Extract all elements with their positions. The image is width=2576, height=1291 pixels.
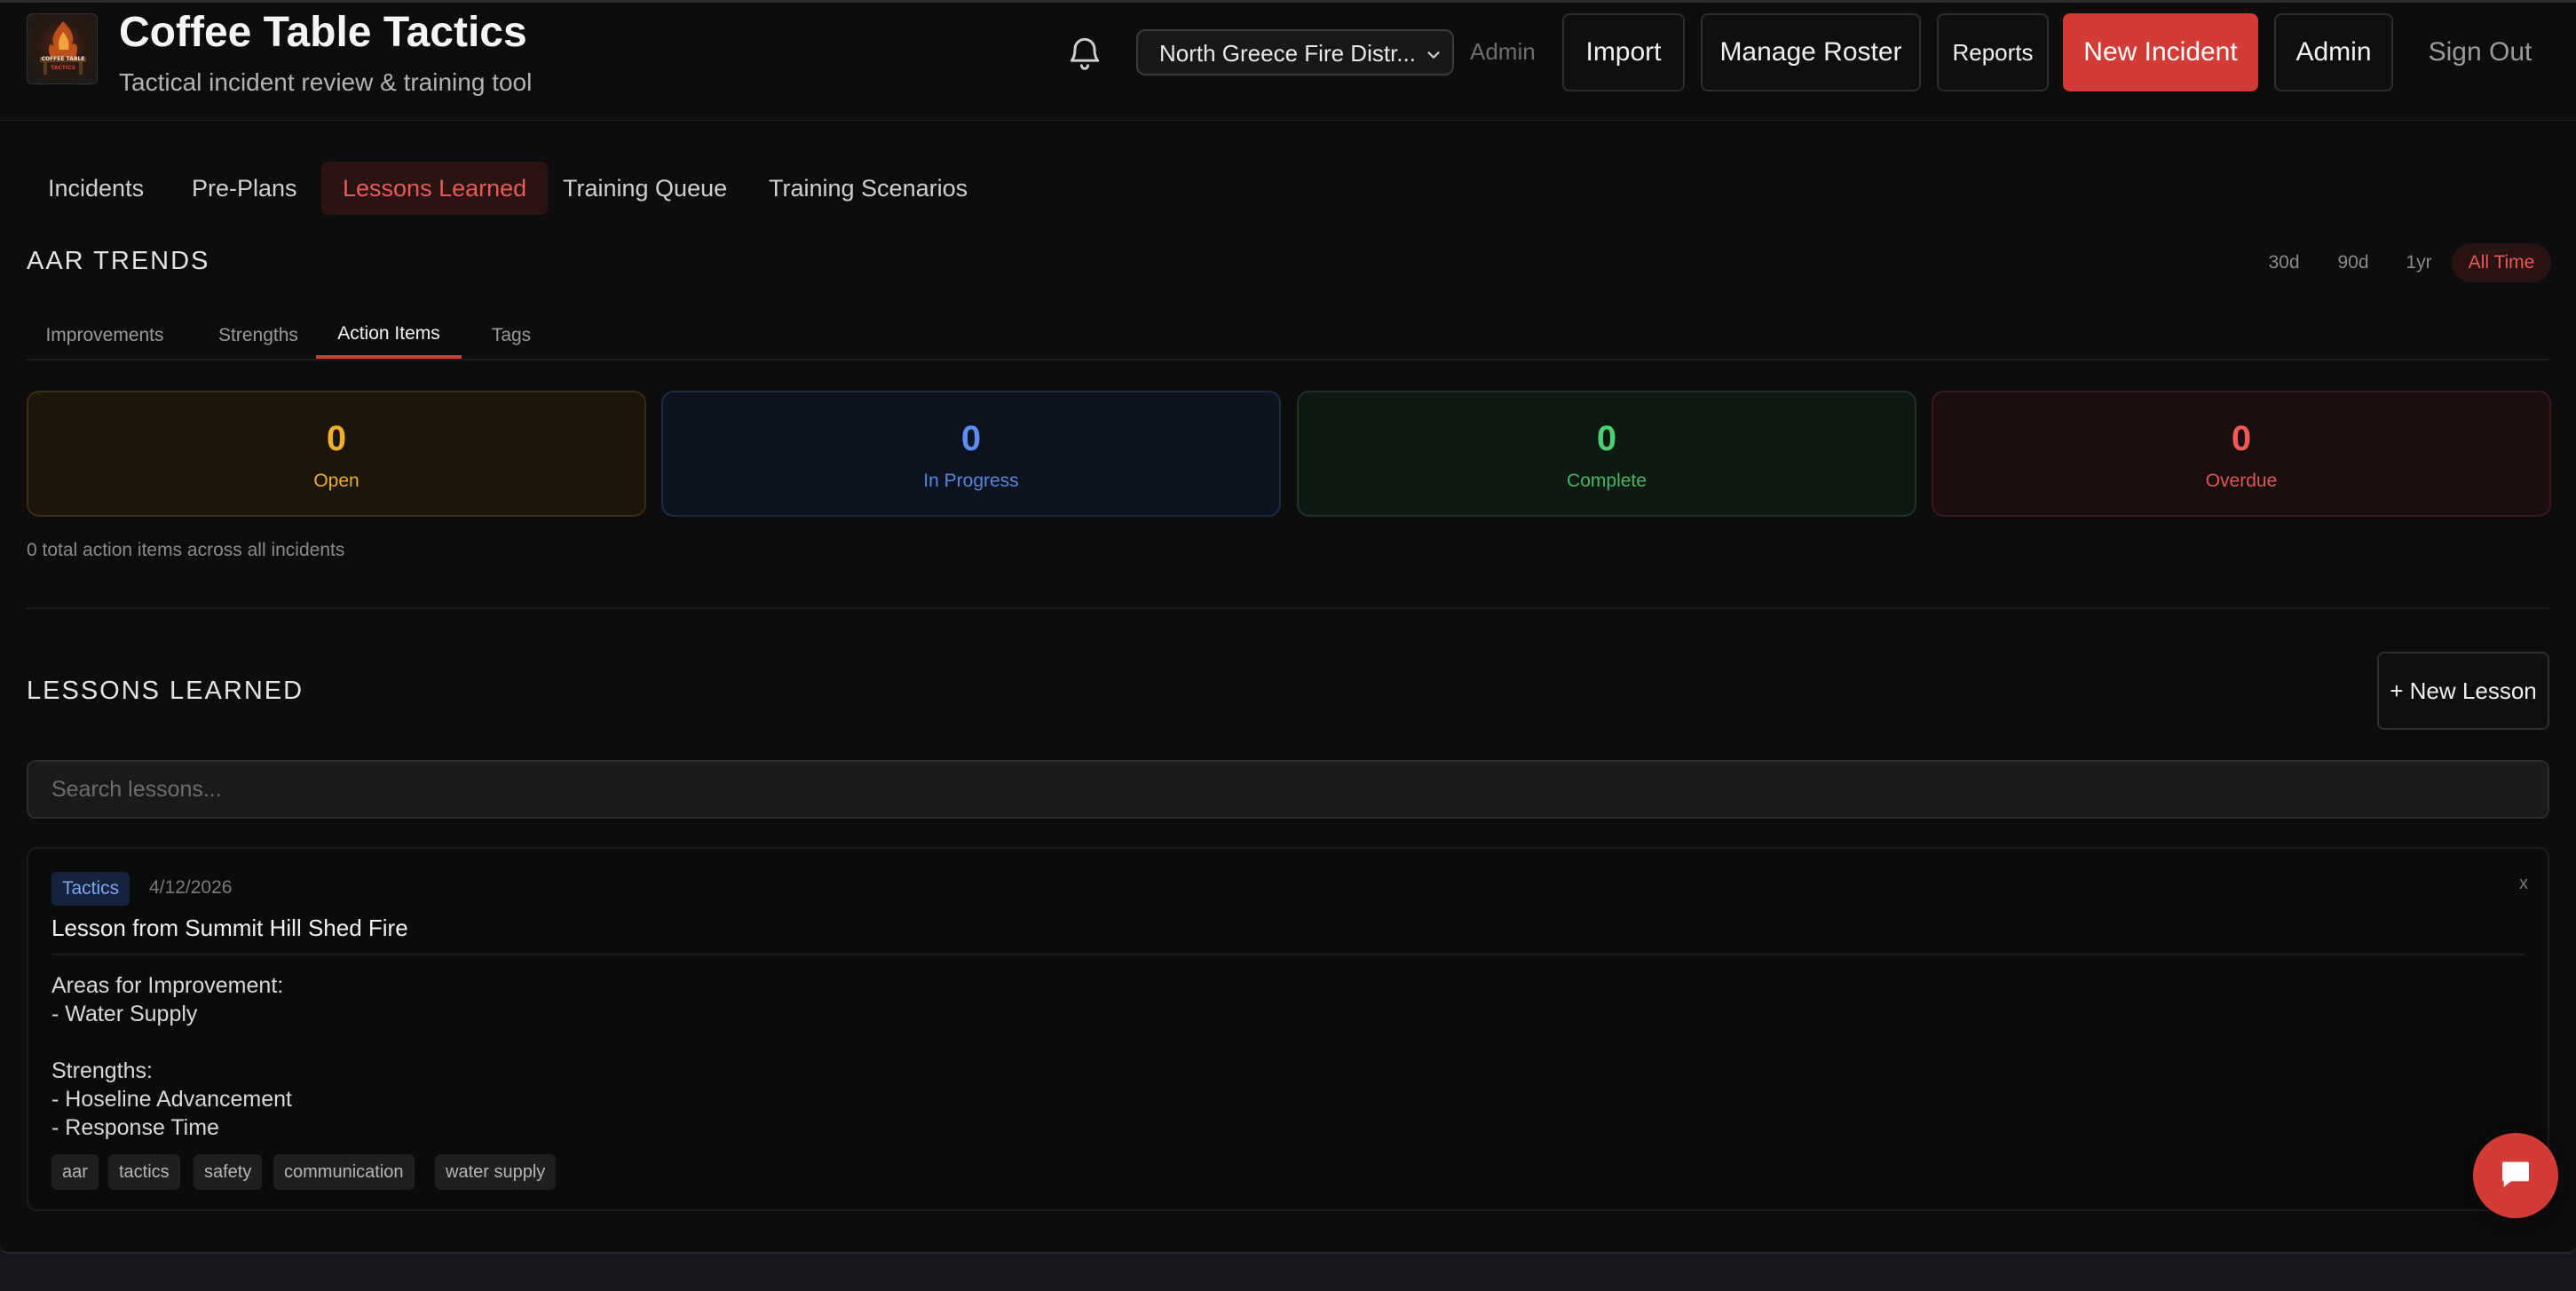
lesson-card[interactable]: Tactics 4/12/2026 x Lesson from Summit H…	[27, 847, 2549, 1211]
department-select-value: North Greece Fire Distr...	[1159, 40, 1416, 67]
lesson-date: 4/12/2026	[149, 877, 233, 898]
stat-complete-value: 0	[1596, 419, 1617, 458]
tag-aar[interactable]: aar	[51, 1154, 99, 1190]
card-divider	[51, 954, 2525, 955]
range-1yr[interactable]: 1yr	[2391, 243, 2446, 282]
tag-communication[interactable]: communication	[273, 1154, 415, 1190]
chat-button[interactable]	[2473, 1133, 2558, 1218]
bell-icon[interactable]	[1065, 33, 1104, 72]
aar-subtabs: Improvements Strengths Action Items Tags	[27, 313, 2549, 360]
subtab-tags[interactable]: Tags	[476, 313, 547, 359]
new-incident-button[interactable]: New Incident	[2063, 13, 2258, 91]
svg-text:TACTICS: TACTICS	[51, 65, 75, 71]
tag-water-supply[interactable]: water supply	[435, 1154, 557, 1190]
category-badge: Tactics	[51, 872, 130, 906]
import-button[interactable]: Import	[1562, 13, 1685, 91]
stat-card-in-progress: 0 In Progress	[661, 391, 1281, 517]
stat-open-label: Open	[313, 471, 360, 491]
app-window: COFFEE TABLE TACTICS Coffee Table Tactic…	[0, 0, 2576, 1254]
improvements-heading: Areas for Improvement:	[51, 973, 284, 998]
tab-training-scenarios[interactable]: Training Scenarios	[747, 162, 989, 215]
range-30d[interactable]: 30d	[2253, 243, 2315, 282]
range-all-time[interactable]: All Time	[2452, 243, 2551, 282]
stat-card-complete: 0 Complete	[1297, 391, 1916, 517]
top-header: COFFEE TABLE TACTICS Coffee Table Tactic…	[0, 0, 2576, 121]
lesson-title: Lesson from Summit Hill Shed Fire	[51, 915, 408, 941]
admin-button[interactable]: Admin	[2274, 13, 2393, 91]
tab-incidents[interactable]: Incidents	[27, 162, 165, 215]
stat-complete-label: Complete	[1567, 471, 1647, 491]
sign-out-button[interactable]: Sign Out	[2406, 13, 2555, 91]
subtab-action-items[interactable]: Action Items	[316, 313, 462, 359]
range-90d[interactable]: 90d	[2322, 243, 2384, 282]
department-select[interactable]: North Greece Fire Distr...	[1136, 29, 1454, 75]
lessons-learned-title: LESSONS LEARNED	[27, 677, 304, 705]
stat-card-overdue: 0 Overdue	[1932, 391, 2551, 517]
section-divider	[27, 607, 2549, 609]
app-logo: COFFEE TABLE TACTICS	[27, 13, 98, 84]
tab-lessons-learned[interactable]: Lessons Learned	[321, 162, 549, 215]
aar-trends-title: AAR TRENDS	[27, 247, 210, 275]
subtab-strengths[interactable]: Strengths	[204, 313, 312, 359]
role-label: Admin	[1470, 38, 1536, 65]
lesson-body: Areas for Improvement: - Water Supply St…	[51, 971, 292, 1142]
stat-in-progress-value: 0	[960, 419, 982, 458]
strength-item: - Response Time	[51, 1115, 219, 1140]
stat-overdue-label: Overdue	[2205, 471, 2278, 491]
delete-lesson-button[interactable]: x	[2519, 874, 2528, 894]
improvement-item: - Water Supply	[51, 1002, 198, 1026]
stat-overdue-value: 0	[2231, 419, 2252, 458]
tab-training-queue[interactable]: Training Queue	[541, 162, 748, 215]
reports-button[interactable]: Reports	[1937, 13, 2049, 91]
app-subtitle: Tactical incident review & training tool	[119, 68, 533, 96]
svg-text:COFFEE TABLE: COFFEE TABLE	[42, 56, 85, 62]
manage-roster-button[interactable]: Manage Roster	[1701, 13, 1921, 91]
chevron-down-icon	[1424, 44, 1443, 63]
subtab-improvements[interactable]: Improvements	[27, 313, 183, 359]
stat-in-progress-label: In Progress	[923, 471, 1019, 491]
search-lessons-input[interactable]	[27, 760, 2549, 819]
chat-bubble-icon	[2498, 1156, 2533, 1196]
tab-pre-plans[interactable]: Pre-Plans	[170, 162, 319, 215]
new-lesson-button[interactable]: + New Lesson	[2377, 652, 2549, 730]
app-title: Coffee Table Tactics	[119, 9, 527, 56]
tag-safety[interactable]: safety	[194, 1154, 263, 1190]
strength-item: - Hoseline Advancement	[51, 1087, 292, 1112]
stat-open-value: 0	[326, 419, 347, 458]
tag-tactics[interactable]: tactics	[108, 1154, 180, 1190]
stat-card-open: 0 Open	[27, 391, 646, 517]
action-items-total-note: 0 total action items across all incident…	[27, 540, 345, 560]
strengths-heading: Strengths:	[51, 1058, 153, 1083]
